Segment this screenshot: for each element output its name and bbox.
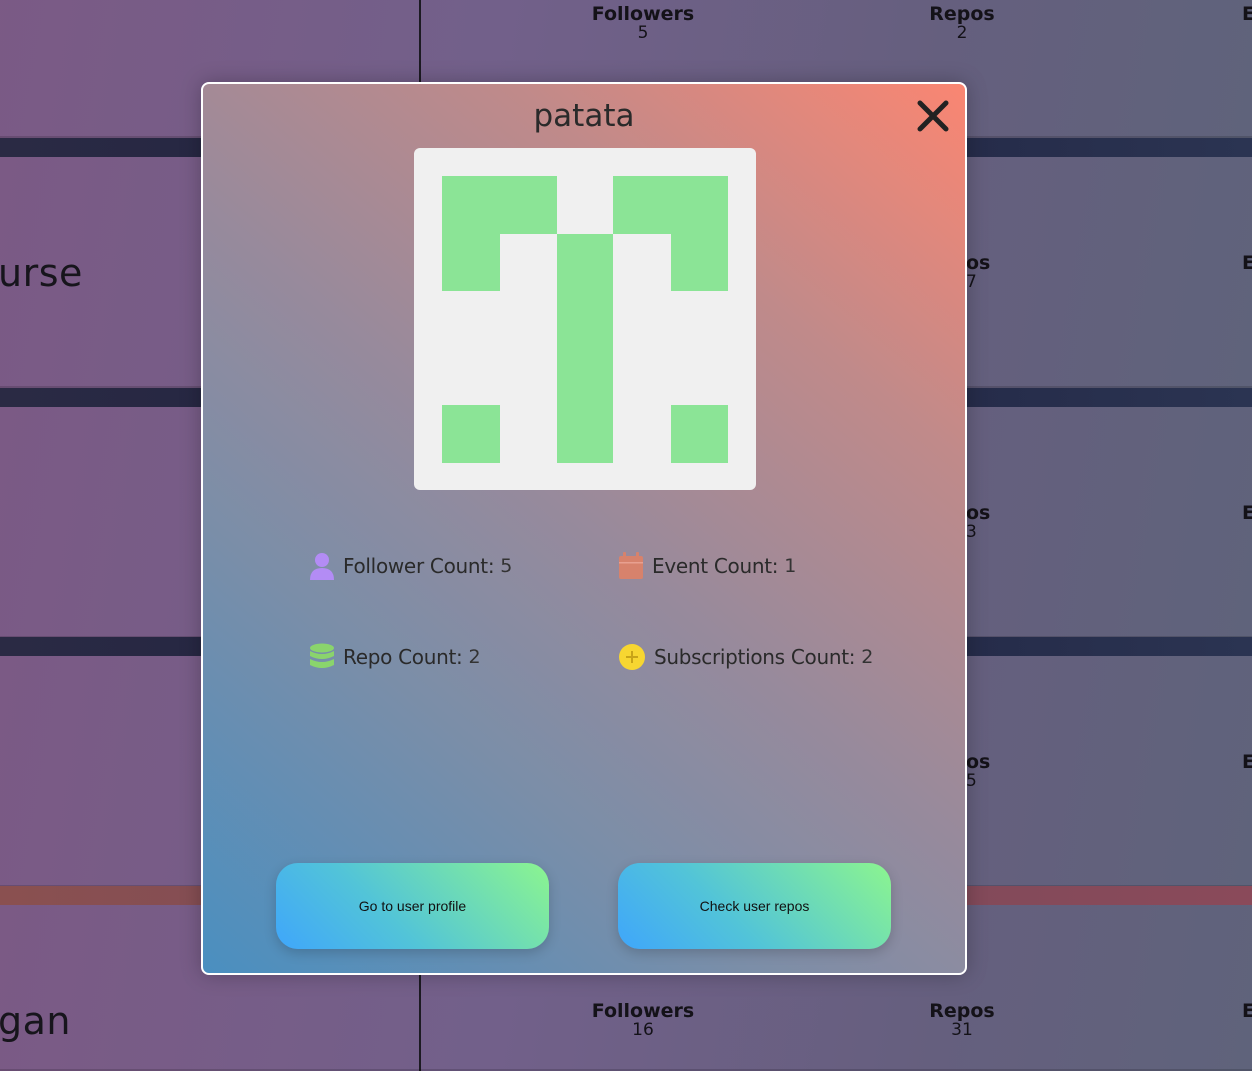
followers-label: Followers [591,3,695,25]
event-count-value: 1 [784,555,797,577]
subscriptions-count-label: Subscriptions Count: [654,645,856,669]
close-icon[interactable] [915,98,951,134]
avatar-pixel [613,176,671,234]
events-label: E [1242,252,1252,274]
events-stat: E [1242,253,1252,273]
events-label: E [1242,3,1252,25]
followers-stat: Followers 5 [583,4,703,43]
modal-title: patata [533,98,635,134]
repos-label: os [966,502,991,524]
database-icon [310,643,334,668]
event-count-label: Event Count: [652,554,779,578]
event-count: Event Count: 1 [618,552,796,580]
follower-count-value: 5 [500,555,513,577]
followers-stat: Followers 16 [583,1001,703,1040]
follower-count: Follower Count: 5 [309,552,512,580]
avatar-pixel [500,176,557,234]
avatar-pixel [442,405,500,463]
repos-label: os [966,751,991,773]
events-stat: E [1242,752,1252,772]
avatar-pixel [442,234,500,291]
user-name: urse [0,251,83,295]
repo-count: Repo Count: 2 [309,643,481,671]
subscriptions-count-value: 2 [861,646,874,668]
repos-stat: Repos 31 [902,1001,1022,1040]
repos-value: 31 [951,1020,973,1040]
repo-count-value: 2 [468,646,481,668]
subscriptions-count: Subscriptions Count: 2 [618,643,873,671]
repos-label: os [966,252,991,274]
events-label: E [1242,502,1252,524]
events-label: E [1242,1000,1252,1022]
user-avatar [414,148,756,490]
user-detail-modal: patata Follower Count: 5 Event Count: 1 … [201,82,967,975]
repos-label: Repos [929,1000,995,1022]
calendar-icon [619,552,643,579]
followers-value: 16 [632,1020,654,1040]
user-icon [310,553,334,580]
avatar-pixel [442,176,500,234]
events-stat: E [1242,503,1252,523]
close-button[interactable] [915,98,951,134]
repos-value: 5 [966,771,977,791]
repos-label: Repos [929,3,995,25]
avatar-pixel [671,176,728,234]
avatar-pixel [557,234,613,463]
events-stat: E [1242,4,1252,24]
repos-value: 3 [966,522,977,542]
avatar-pixel [671,405,728,463]
plus-circle-icon [619,644,645,670]
repo-count-label: Repo Count: [343,645,463,669]
events-stat: E [1242,1001,1252,1021]
repos-value: 2 [956,23,968,43]
followers-value: 5 [637,23,649,43]
follower-count-label: Follower Count: [343,554,495,578]
repos-value: 7 [966,272,977,292]
user-name: gan [0,999,71,1043]
check-repos-button[interactable]: Check user repos [618,863,891,949]
go-to-profile-button[interactable]: Go to user profile [276,863,549,949]
avatar-pixel [671,234,728,291]
repos-stat: Repos 2 [902,4,1022,43]
events-label: E [1242,751,1252,773]
followers-label: Followers [591,1000,695,1022]
